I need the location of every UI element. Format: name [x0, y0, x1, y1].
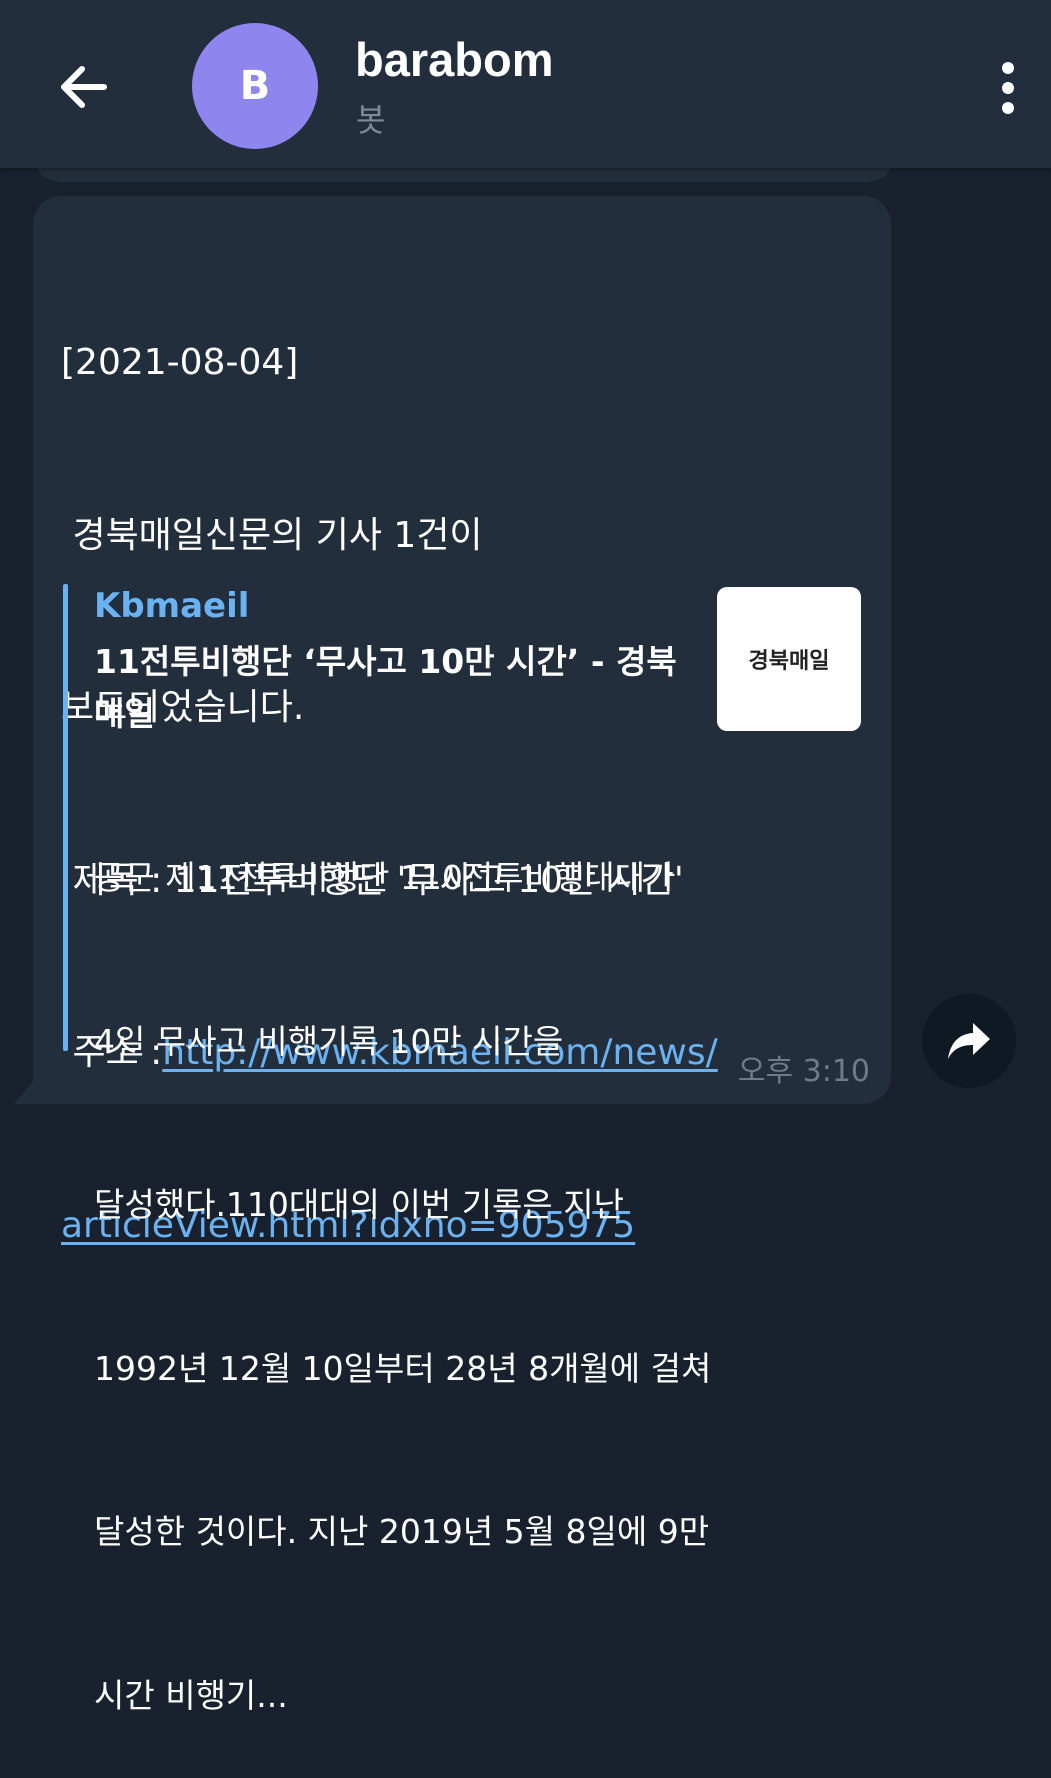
- description-line: 달성한 것이다. 지난 2019년 5월 8일에 9만: [94, 1512, 710, 1551]
- bubble-tail: [14, 1080, 34, 1104]
- share-forward-icon: [948, 1023, 990, 1059]
- message-timestamp: 오후 3:10: [737, 1054, 870, 1089]
- link-preview-thumbnail[interactable]: 경북매일: [717, 587, 861, 731]
- chat-title[interactable]: barabom: [355, 30, 554, 90]
- description-line: 달성했다.110대대의 이번 기록은 지난: [94, 1185, 624, 1224]
- link-preview-title[interactable]: 11전투비행단 ‘무사고 10만 시간’ - 경북매일: [94, 636, 704, 740]
- more-vertical-icon: [1002, 62, 1014, 114]
- message-line: [2021-08-04]: [61, 342, 299, 383]
- avatar[interactable]: B: [192, 23, 318, 149]
- description-line: 1992년 12월 10일부터 28년 8개월에 걸쳐: [94, 1348, 712, 1388]
- link-preview-accent-bar: [63, 584, 68, 1051]
- link-preview-description[interactable]: 공군 제11전투비행단 110전투비행대대가 4일 무사고 비행기록 10만 시…: [94, 742, 834, 1778]
- back-button[interactable]: [52, 56, 114, 118]
- chat-header: B barabom 봇: [0, 0, 1051, 168]
- link-preview-site-name[interactable]: Kbmaeil: [94, 582, 249, 630]
- description-line: 시간 비행기...: [94, 1675, 288, 1715]
- chat-subtitle: 봇: [356, 101, 386, 139]
- description-line: 공군 제11전투비행단 110전투비행대대가: [94, 858, 676, 897]
- arrow-left-icon: [61, 66, 107, 108]
- message-line: 경북매일신문의 기사 1건이: [61, 514, 483, 556]
- share-button[interactable]: [922, 994, 1016, 1088]
- menu-button[interactable]: [988, 58, 1028, 118]
